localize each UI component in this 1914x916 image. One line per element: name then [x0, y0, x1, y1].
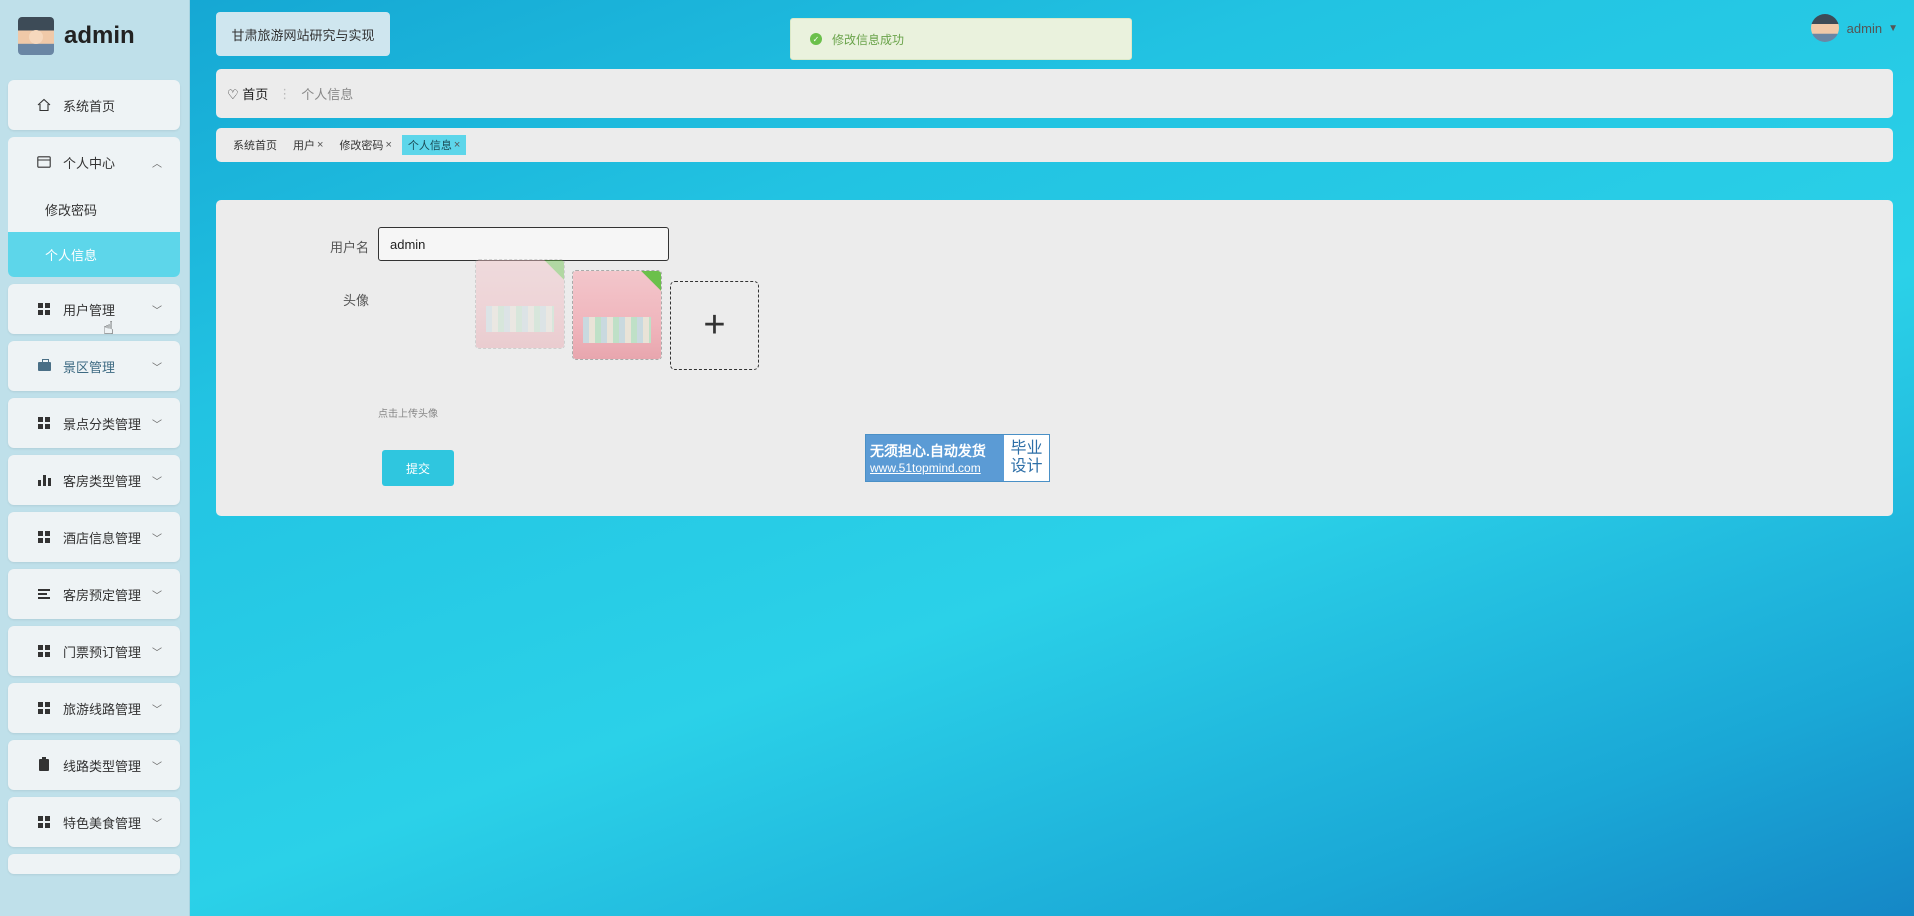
sidebar-item-ticket[interactable]: 门票预订管理 ﹀: [8, 626, 180, 676]
upload-hint: 点击上传头像: [378, 409, 438, 420]
chevron-down-icon: ﹀: [152, 476, 162, 488]
grid-icon: [36, 301, 52, 317]
sidebar-item-label: 特色美食管理: [63, 815, 142, 831]
avatar-preview-old[interactable]: [475, 259, 565, 349]
tab-label: 系统首页: [233, 140, 277, 152]
sidebar-item-label: 酒店信息管理: [63, 530, 142, 546]
sidebar-item-room-booking[interactable]: 客房预定管理 ﹀: [8, 569, 180, 619]
sidebar-item-label: 系统首页: [63, 98, 116, 114]
sidebar-item-hotel[interactable]: 酒店信息管理 ﹀: [8, 512, 180, 562]
submit-button[interactable]: 提交: [382, 450, 454, 486]
close-icon[interactable]: ×: [317, 139, 323, 151]
chevron-down-icon: ﹀: [152, 419, 162, 431]
user-name: admin: [1846, 20, 1883, 36]
upload-button[interactable]: +: [670, 281, 759, 370]
sidebar-item-label: 个人中心: [63, 155, 116, 171]
sidebar-item-label: 景区管理: [63, 359, 116, 375]
sidebar: admin 系统首页 个人中心 ︿ 修改密码 个人信息 用户管理 ﹀ 景区管理 …: [0, 0, 190, 916]
tab-change-password[interactable]: 修改密码 ×: [333, 135, 397, 155]
brand: admin: [18, 16, 135, 56]
sidebar-item-label: 客房预定管理: [63, 587, 142, 603]
list-icon: [36, 586, 52, 602]
sidebar-item-label: 用户管理: [63, 302, 116, 318]
sidebar-item-label: 景点分类管理: [63, 416, 142, 432]
sidebar-item-scenic-category[interactable]: 景点分类管理 ﹀: [8, 398, 180, 448]
card-icon: [36, 154, 52, 170]
avatar-label: 头像: [342, 293, 369, 308]
chevron-down-icon: ﹀: [152, 647, 162, 659]
grid-icon: [36, 415, 52, 431]
sidebar-item-home[interactable]: 系统首页: [8, 80, 180, 130]
sidebar-group-personal: 个人中心 ︿ 修改密码 个人信息: [8, 137, 180, 277]
close-icon[interactable]: ×: [454, 139, 460, 151]
sidebar-sub-change-password[interactable]: 修改密码: [8, 187, 180, 232]
sidebar-item-personal-center[interactable]: 个人中心 ︿: [8, 137, 180, 187]
grid-icon: [36, 814, 52, 830]
clipboard-icon: [36, 757, 52, 773]
username-input[interactable]: [378, 227, 669, 261]
watermark-line1: 无须担心.自动发货: [870, 443, 986, 459]
sidebar-item-route[interactable]: 旅游线路管理 ﹀: [8, 683, 180, 733]
home-icon: [36, 97, 52, 113]
tab-users[interactable]: 用户 ×: [287, 135, 329, 155]
success-toast: ✓ 修改信息成功: [790, 18, 1132, 60]
briefcase-icon: [36, 358, 52, 374]
chevron-up-icon: ︿: [152, 158, 162, 170]
close-icon[interactable]: ×: [385, 139, 391, 151]
tab-home[interactable]: 系统首页: [227, 135, 283, 155]
plus-icon: +: [703, 304, 726, 346]
chevron-down-icon: ﹀: [152, 533, 162, 545]
user-avatar: [1810, 14, 1839, 42]
sidebar-item-label: 门票预订管理: [63, 644, 142, 660]
sidebar-item-users[interactable]: 用户管理 ﹀: [8, 284, 180, 334]
chevron-down-icon: ﹀: [152, 305, 162, 317]
tab-label: 个人信息: [407, 140, 452, 152]
grid-icon: [36, 700, 52, 716]
breadcrumb-home[interactable]: ♡ 首页: [227, 84, 268, 103]
sidebar-menu: 系统首页 个人中心 ︿ 修改密码 个人信息 用户管理 ﹀ 景区管理 ﹀ 景点分类…: [8, 80, 180, 881]
breadcrumb-separator: ⋮: [278, 85, 292, 101]
tab-label: 修改密码: [339, 140, 384, 152]
watermark-line2: www.51topmind.com: [870, 461, 981, 475]
grid-icon: [36, 529, 52, 545]
check-circle-icon: ✓: [810, 33, 822, 45]
breadcrumb: ♡ 首页 ⋮ 个人信息: [216, 69, 1893, 118]
sidebar-item-label: 线路类型管理: [63, 758, 142, 774]
sidebar-item-label: 客房类型管理: [63, 473, 142, 489]
avatar-preview[interactable]: [572, 270, 662, 360]
watermark-right1: 毕业: [1010, 440, 1043, 457]
sidebar-item-scenic[interactable]: 景区管理 ﹀: [8, 341, 180, 391]
breadcrumb-current: 个人信息: [301, 87, 354, 102]
hand-cursor-icon: ☝: [103, 318, 114, 338]
username-label: 用户名: [329, 240, 369, 255]
chevron-down-icon: ﹀: [152, 704, 162, 716]
site-title: 甘肃旅游网站研究与实现: [216, 12, 390, 56]
sidebar-item-route-type[interactable]: 线路类型管理 ﹀: [8, 740, 180, 790]
sidebar-item-more[interactable]: [8, 854, 180, 874]
profile-form: 用户名 头像 + 点击上传头像 提交: [216, 200, 1893, 516]
caret-down-icon: ▼: [1888, 22, 1898, 34]
sidebar-item-label: 旅游线路管理: [63, 701, 142, 717]
sidebar-sub-profile[interactable]: 个人信息: [8, 232, 180, 277]
breadcrumb-home-label: 首页: [242, 87, 269, 102]
watermark-stamp: 无须担心.自动发货 www.51topmind.com 毕业 设计: [865, 434, 1050, 482]
chevron-down-icon: ﹀: [152, 590, 162, 602]
sidebar-item-room-type[interactable]: 客房类型管理 ﹀: [8, 455, 180, 505]
user-menu[interactable]: admin ▼: [1810, 14, 1898, 42]
toast-message: 修改信息成功: [832, 32, 905, 47]
chevron-down-icon: ﹀: [152, 362, 162, 374]
chevron-down-icon: ﹀: [152, 761, 162, 773]
avatar: [18, 17, 54, 55]
sidebar-item-food[interactable]: 特色美食管理 ﹀: [8, 797, 180, 847]
chevron-down-icon: ﹀: [152, 818, 162, 830]
brand-name: admin: [64, 22, 135, 49]
watermark-right2: 设计: [1010, 458, 1043, 475]
tab-profile[interactable]: 个人信息 ×: [401, 135, 467, 155]
bar-chart-icon: [36, 472, 52, 488]
tab-label: 用户: [293, 140, 315, 152]
tab-bar: 系统首页 用户 × 修改密码 × 个人信息 ×: [216, 128, 1893, 162]
grid-icon: [36, 643, 52, 659]
